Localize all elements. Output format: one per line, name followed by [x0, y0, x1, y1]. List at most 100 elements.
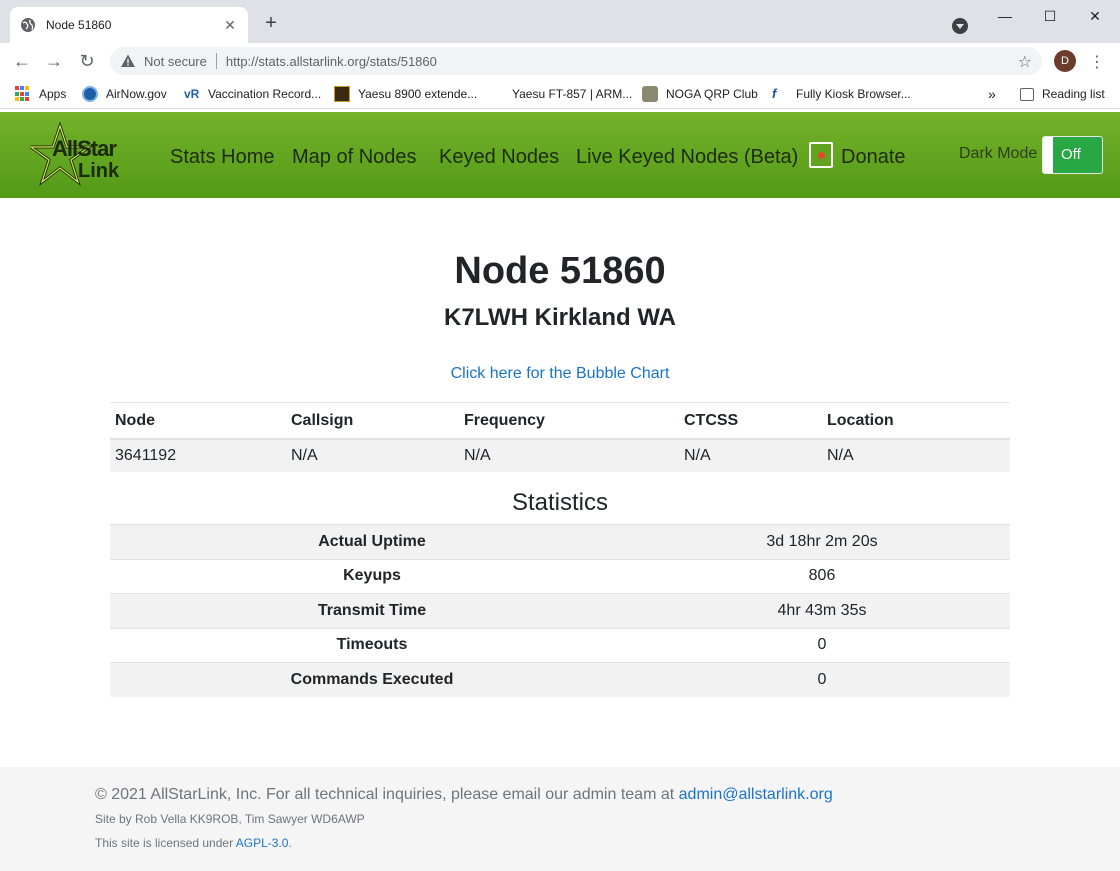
stat-label: Commands Executed	[110, 662, 634, 697]
bookmark-label: Fully Kiosk Browser...	[796, 87, 911, 101]
admin-email-link[interactable]: admin@allstarlink.org	[679, 786, 833, 803]
not-secure-label: Not secure	[144, 53, 207, 69]
back-icon[interactable]: ←	[12, 51, 32, 71]
window-close-icon[interactable]: ✕	[1075, 4, 1115, 28]
more-bookmarks-button[interactable]: »	[988, 86, 996, 102]
warning-icon	[121, 54, 135, 67]
stat-row: Keyups 806	[110, 558, 1010, 594]
stat-value: 0	[634, 662, 1010, 697]
omnibox-divider	[215, 53, 217, 69]
minimize-icon[interactable]: —	[985, 4, 1025, 28]
site-footer: © 2021 AllStarLink, Inc. For all technic…	[0, 767, 1120, 871]
profile-avatar[interactable]: D	[1054, 50, 1076, 72]
copyright-text: © 2021 AllStarLink, Inc. For all technic…	[95, 786, 675, 803]
yaesu-icon	[334, 86, 350, 102]
column-header-location: Location	[822, 402, 1010, 440]
nav-live-keyed-nodes[interactable]: Live Keyed Nodes (Beta)	[576, 146, 798, 169]
cell-location: N/A	[822, 438, 1010, 472]
tab-strip: Node 51860 ✕ + — ☐ ✕	[0, 0, 1120, 43]
reload-icon[interactable]: ↻	[77, 51, 97, 71]
bookmark-apps[interactable]: Apps	[15, 86, 66, 102]
tab-title: Node 51860	[46, 18, 112, 32]
stat-value: 806	[634, 558, 1010, 594]
license-prefix: This site is licensed under	[95, 836, 234, 850]
page-subtitle: K7LWH Kirkland WA	[443, 304, 677, 331]
stat-value: 4hr 43m 35s	[634, 593, 1010, 628]
new-tab-button[interactable]: +	[260, 12, 282, 34]
bookmark-star-icon[interactable]: ☆	[1018, 52, 1032, 72]
toggle-state: Off	[1061, 146, 1081, 163]
site-navbar: AllStar Link Stats Home Map of Nodes Key…	[0, 112, 1120, 198]
table-header-row: Node Callsign Frequency CTCSS Location	[110, 402, 1010, 440]
stat-label: Keyups	[110, 558, 634, 594]
toggle-knob	[1043, 137, 1053, 173]
bookmark-fully-kiosk[interactable]: f Fully Kiosk Browser...	[772, 86, 911, 102]
statistics-heading: Statistics	[511, 489, 609, 516]
tab-search-icon[interactable]	[952, 18, 968, 34]
cell-frequency: N/A	[459, 438, 679, 472]
page-title: Node 51860	[454, 250, 666, 292]
menu-icon[interactable]: ⋮	[1089, 52, 1105, 72]
bookmark-yaesu-ft857[interactable]: Yaesu FT-857 | ARM...	[512, 86, 632, 102]
stat-row: Timeouts 0	[110, 627, 1010, 663]
bookmark-vaccination[interactable]: vR Vaccination Record...	[184, 86, 321, 102]
nav-keyed-nodes[interactable]: Keyed Nodes	[439, 146, 559, 169]
url-text[interactable]: http://stats.allstarlink.org/stats/51860	[226, 54, 437, 69]
bookmarks-bar: Apps AirNow.gov vR Vaccination Record...…	[0, 79, 1120, 109]
fully-kiosk-icon: f	[772, 86, 777, 101]
bubble-chart-link-text[interactable]: Click here for the Bubble Chart	[451, 365, 670, 382]
stat-label: Actual Uptime	[110, 524, 634, 559]
reading-list-icon	[1020, 87, 1034, 101]
node-table: Node Callsign Frequency CTCSS Location 3…	[110, 402, 1010, 472]
bookmark-label: Yaesu FT-857 | ARM...	[512, 87, 633, 101]
bookmark-label: Vaccination Record...	[208, 87, 322, 101]
vaccination-icon: vR	[184, 87, 200, 101]
bookmark-label: Apps	[39, 87, 67, 101]
nav-stats-home[interactable]: Stats Home	[170, 146, 274, 169]
browser-toolbar: ← → ↻ Not secure http://stats.allstarlin…	[0, 43, 1120, 79]
statistics-table: Actual Uptime 3d 18hr 2m 20s Keyups 806 …	[110, 524, 1010, 697]
bookmark-label: AirNow.gov	[106, 87, 167, 101]
stat-value: 0	[634, 627, 1010, 663]
forward-icon[interactable]: →	[44, 51, 64, 71]
table-row: 3641192 N/A N/A N/A N/A	[110, 438, 1010, 472]
bookmark-yaesu-8900[interactable]: Yaesu 8900 extende...	[334, 86, 477, 102]
svg-text:Link: Link	[78, 160, 120, 182]
bookmark-airnow[interactable]: AirNow.gov	[82, 86, 167, 102]
stat-label: Transmit Time	[110, 593, 634, 628]
close-tab-icon[interactable]: ✕	[222, 17, 238, 34]
browser-tab[interactable]: Node 51860 ✕	[10, 7, 248, 43]
stat-row: Actual Uptime 3d 18hr 2m 20s	[110, 524, 1010, 559]
maximize-icon[interactable]: ☐	[1030, 4, 1070, 28]
address-bar[interactable]: Not secure http://stats.allstarlink.org/…	[110, 47, 1042, 75]
stat-row: Transmit Time 4hr 43m 35s	[110, 593, 1010, 628]
nav-map-of-nodes[interactable]: Map of Nodes	[292, 146, 417, 169]
column-header-node: Node	[110, 402, 286, 440]
stat-label: Timeouts	[110, 627, 634, 663]
svg-text:AllStar: AllStar	[52, 136, 117, 161]
license-link[interactable]: AGPL-3.0	[236, 836, 289, 850]
footer-credits: Site by Rob Vella KK9ROB, Tim Sawyer WD6…	[95, 812, 365, 826]
stat-value: 3d 18hr 2m 20s	[634, 524, 1010, 559]
bubble-chart-link: Click here for the Bubble Chart	[0, 365, 1120, 383]
cell-ctcss: N/A	[679, 438, 822, 472]
stat-row: Commands Executed 0	[110, 662, 1010, 697]
cell-node: 3641192	[110, 438, 286, 472]
donate-icon[interactable]	[809, 142, 833, 168]
bookmark-noga[interactable]: NOGA QRP Club	[642, 86, 758, 102]
bookmark-label: Yaesu 8900 extende...	[358, 87, 478, 101]
allstarlink-logo[interactable]: AllStar Link	[30, 122, 130, 192]
footer-copyright: © 2021 AllStarLink, Inc. For all technic…	[95, 786, 833, 804]
globe-icon	[21, 18, 35, 32]
footer-license: This site is licensed under AGPL-3.0.	[95, 836, 292, 850]
column-header-ctcss: CTCSS	[679, 402, 822, 440]
cell-callsign: N/A	[286, 438, 459, 472]
license-suffix: .	[288, 836, 292, 850]
nav-donate[interactable]: Donate	[841, 146, 906, 169]
bookmark-label: NOGA QRP Club	[666, 87, 758, 101]
dark-mode-toggle[interactable]: Off	[1042, 136, 1103, 174]
reading-list-button[interactable]: Reading list	[1020, 86, 1105, 102]
apps-grid-icon	[15, 86, 31, 102]
dark-mode-label: Dark Mode	[959, 145, 1038, 162]
column-header-callsign: Callsign	[286, 402, 459, 440]
